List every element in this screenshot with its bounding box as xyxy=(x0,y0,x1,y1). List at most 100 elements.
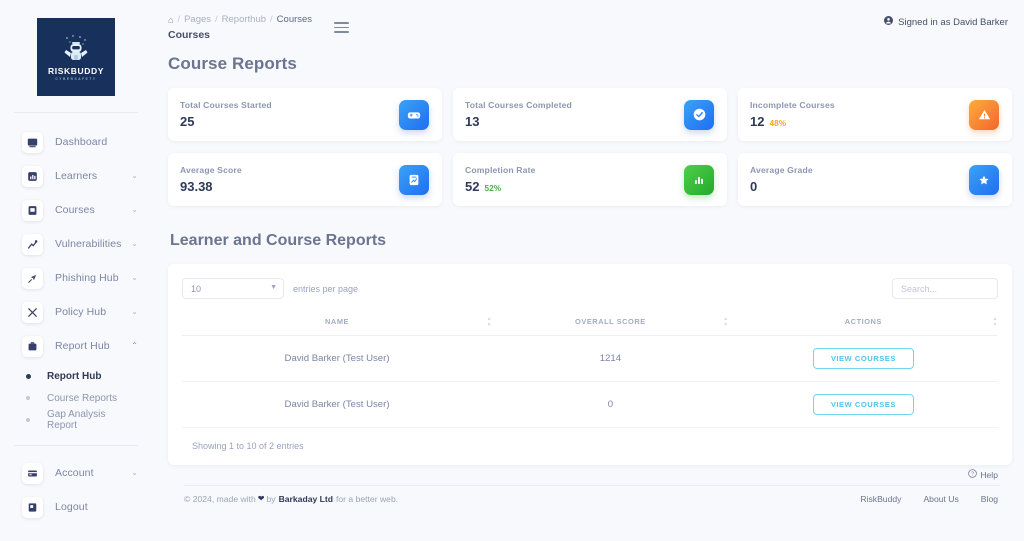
stat-card-value: 12 xyxy=(750,114,765,129)
sidebar-item-account[interactable]: Account ⌄ xyxy=(0,456,152,490)
help-button[interactable]: ? Help xyxy=(968,469,998,480)
section-title: Course Reports xyxy=(168,54,297,73)
footer-links: RiskBuddy About Us Blog xyxy=(860,494,1000,504)
table-section-title: Learner and Course Reports xyxy=(170,232,387,249)
sidebar-subitem-course-reports[interactable]: Course Reports xyxy=(0,387,152,409)
showing-entries-text: Showing 1 to 10 of 2 entries xyxy=(192,441,304,451)
chevron-down-icon: ⌄ xyxy=(131,239,138,248)
help-row: ? Help xyxy=(168,465,1012,480)
entries-per-page-label: entries per page xyxy=(293,283,359,294)
reports-table: NAME ▲ ▼ OVERALL SCORE ▲ ▼ ACTIONS ▲ ▼ D… xyxy=(182,311,998,428)
sidebar-sublabel: Gap Analysis Report xyxy=(47,409,106,431)
dashboard-icon xyxy=(22,131,43,153)
courses-icon xyxy=(22,199,43,221)
breadcrumb-separator: / xyxy=(215,14,218,25)
table-controls: 10 25 50 100 ▼ entries per page xyxy=(182,278,998,299)
cell-score: 1214 xyxy=(492,335,729,382)
vulnerabilities-icon xyxy=(22,233,43,255)
logout-icon xyxy=(22,496,43,518)
chevron-down-icon: ⌄ xyxy=(131,468,138,477)
footer-copyright-pre: © 2024, made with xyxy=(184,493,256,504)
sidebar-item-policy-hub[interactable]: Policy Hub ⌄ xyxy=(0,295,152,329)
sort-arrows-icon[interactable]: ▲ ▼ xyxy=(993,316,999,328)
content: Course Reports Total Courses Started 25 … xyxy=(152,48,1024,511)
help-label: Help xyxy=(980,469,998,480)
cell-name: David Barker (Test User) xyxy=(182,381,493,428)
view-courses-button[interactable]: VIEW COURSES xyxy=(812,348,914,369)
bullet-icon xyxy=(26,373,31,379)
topbar: ⌂ / Pages / Reporthub / Courses Courses xyxy=(152,0,1024,48)
footer-link-about-us[interactable]: About Us xyxy=(923,494,958,504)
stat-card-label: Average Grade xyxy=(750,165,813,175)
sidebar-item-report-hub[interactable]: Report Hub ⌃ xyxy=(0,329,152,363)
stat-card-average-score: Average Score 93.38 xyxy=(168,153,442,206)
column-header-actions[interactable]: ACTIONS ▲ ▼ xyxy=(728,311,999,336)
sidebar: RISKBUDDY CYBERSAFETY Dashboard Learners… xyxy=(0,0,152,541)
report-hub-icon xyxy=(22,335,43,357)
user-icon xyxy=(884,16,894,28)
cell-actions: VIEW COURSES xyxy=(728,335,998,382)
sidebar-label: Phishing Hub xyxy=(55,272,119,284)
stat-card-value: 13 xyxy=(465,114,480,129)
sidebar-item-courses[interactable]: Courses ⌄ xyxy=(0,193,152,227)
stat-cards-row-1: Total Courses Started 25 Total Courses C… xyxy=(168,88,1012,141)
breadcrumb-item-pages[interactable]: Pages xyxy=(184,14,211,25)
sidebar-nav: Dashboard Learners ⌄ Courses ⌄ Vulnerabi… xyxy=(0,113,152,524)
column-header-overall-score[interactable]: OVERALL SCORE ▲ ▼ xyxy=(492,311,729,336)
breadcrumb: ⌂ / Pages / Reporthub / Courses xyxy=(168,14,312,25)
menu-toggle-icon[interactable] xyxy=(334,22,350,33)
footer: © 2024, made with ❤ by Barkaday Ltd for … xyxy=(184,485,1000,511)
chevron-down-icon: ⌄ xyxy=(131,171,138,180)
entries-per-page-select[interactable]: 10 25 50 100 xyxy=(182,278,284,299)
stat-card-label: Completion Rate xyxy=(465,165,536,175)
bullet-icon xyxy=(26,396,30,400)
column-header-name[interactable]: NAME ▲ ▼ xyxy=(182,311,493,336)
view-courses-button[interactable]: VIEW COURSES xyxy=(812,394,914,415)
warning-icon xyxy=(969,99,999,130)
stat-card-percent: 52% xyxy=(484,183,502,193)
sidebar-item-dashboard[interactable]: Dashboard xyxy=(0,125,152,159)
footer-copyright-by: by xyxy=(266,493,276,504)
table-row: David Barker (Test User) 0 VIEW COURSES xyxy=(182,381,998,428)
signed-in-status[interactable]: Signed in as David Barker xyxy=(884,16,1008,28)
sidebar-item-vulnerabilities[interactable]: Vulnerabilities ⌄ xyxy=(0,227,152,261)
footer-link-riskbuddy[interactable]: RiskBuddy xyxy=(860,494,901,504)
sidebar-sublabel: Course Reports xyxy=(47,392,118,404)
breadcrumb-separator: / xyxy=(177,14,181,25)
robot-logo-icon xyxy=(59,34,93,64)
logo[interactable]: RISKBUDDY CYBERSAFETY xyxy=(0,0,152,96)
sidebar-label: Learners xyxy=(55,170,98,182)
stat-card-total-courses-started: Total Courses Started 25 xyxy=(168,88,442,141)
stat-card-completion-rate: Completion Rate 52 52% xyxy=(453,153,727,206)
sidebar-item-phishing-hub[interactable]: Phishing Hub ⌄ xyxy=(0,261,152,295)
logo-text: RISKBUDDY xyxy=(48,65,104,76)
table-body: David Barker (Test User) 1214 VIEW COURS… xyxy=(182,335,998,428)
sidebar-subitem-report-hub[interactable]: Report Hub xyxy=(0,365,152,387)
cell-score: 0 xyxy=(492,381,729,428)
sidebar-divider-bottom xyxy=(14,445,138,446)
column-header-label: ACTIONS xyxy=(844,317,882,326)
breadcrumb-item-reporthub[interactable]: Reporthub xyxy=(222,14,266,25)
sidebar-label: Account xyxy=(55,467,94,479)
sidebar-item-learners[interactable]: Learners ⌄ xyxy=(0,159,152,193)
chevron-up-icon: ⌃ xyxy=(131,341,138,350)
sidebar-label: Policy Hub xyxy=(55,306,107,318)
breadcrumb-item-courses[interactable]: Courses xyxy=(277,14,312,25)
footer-link-blog[interactable]: Blog xyxy=(981,494,998,504)
stat-card-value: 93.38 xyxy=(180,179,213,194)
gamepad-icon xyxy=(399,99,429,130)
footer-brand-link[interactable]: Barkaday Ltd xyxy=(279,494,333,504)
cell-name: David Barker (Test User) xyxy=(182,335,493,382)
column-header-label: NAME xyxy=(325,317,350,326)
signed-in-text: Signed in as David Barker xyxy=(898,16,1008,28)
sidebar-subnav: Report Hub Course Reports Gap Analysis R… xyxy=(0,363,152,433)
sidebar-item-logout[interactable]: Logout xyxy=(0,490,152,524)
home-icon[interactable]: ⌂ xyxy=(168,15,173,25)
cell-actions: VIEW COURSES xyxy=(728,381,998,428)
sidebar-label: Logout xyxy=(55,501,88,513)
chevron-down-icon: ⌄ xyxy=(131,307,138,316)
sidebar-subitem-gap-analysis-report[interactable]: Gap Analysis Report xyxy=(0,409,152,431)
stat-card-percent: 48% xyxy=(769,118,787,128)
stat-card-total-courses-completed: Total Courses Completed 13 xyxy=(453,88,727,141)
search-input[interactable] xyxy=(892,278,998,299)
